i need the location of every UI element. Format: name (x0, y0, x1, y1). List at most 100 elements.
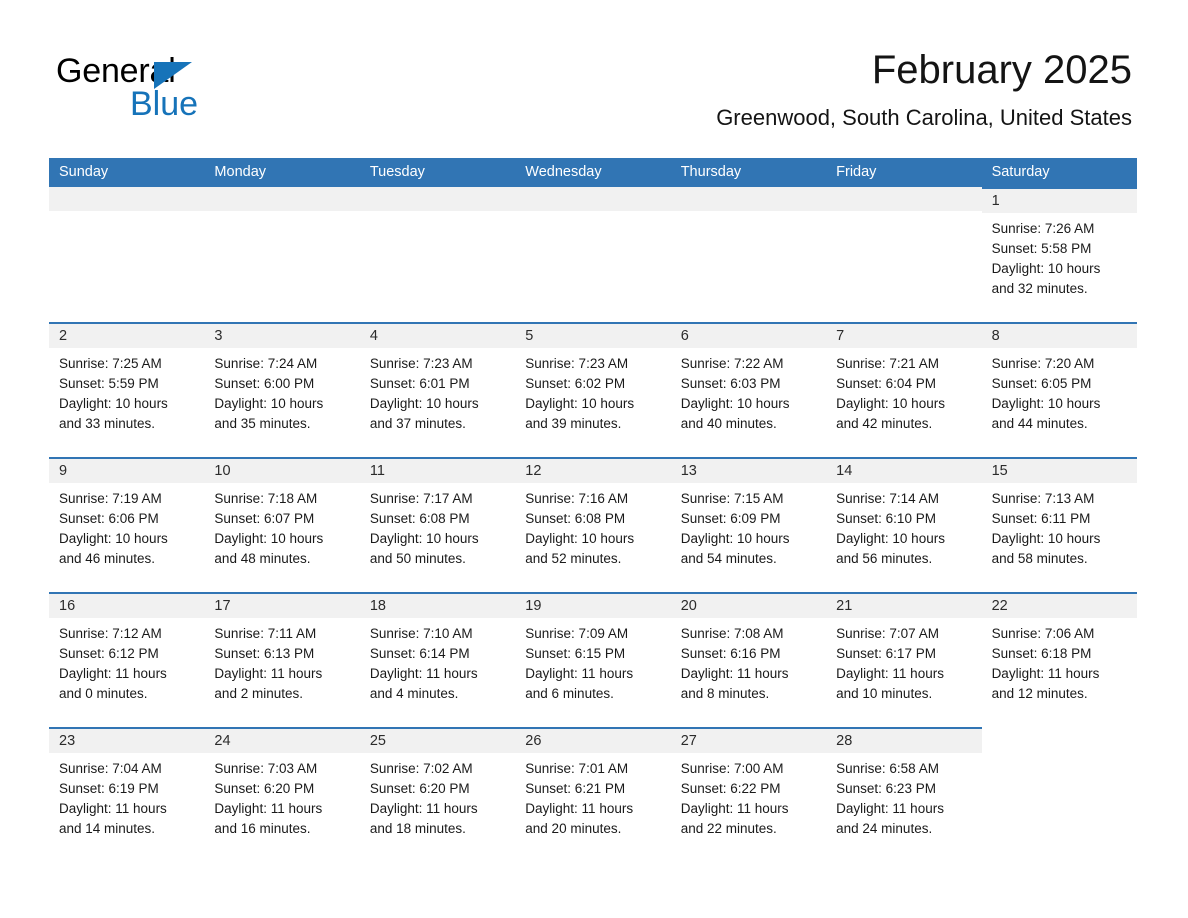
daylight-text-line2: and 0 minutes. (59, 686, 148, 701)
calendar-day-cell[interactable]: 7 Sunrise: 7:21 AM Sunset: 6:04 PM Daylight… (826, 322, 982, 457)
calendar-day-cell[interactable]: 25 Sunrise: 7:02 AM Sunset: 6:20 PM Dayligh… (359, 727, 516, 862)
day-details: Sunrise: 7:24 AM Sunset: 6:00 PM Daylight:… (204, 348, 359, 434)
calendar-day-cell[interactable]: 24 Sunrise: 7:03 AM Sunset: 6:20 PM Dayligh… (204, 727, 360, 862)
calendar-day-cell[interactable]: 6 Sunrise: 7:22 AM Sunset: 6:03 PM Daylight… (670, 322, 827, 457)
daylight-text-line2: and 35 minutes. (214, 416, 311, 431)
day-number: 28 (826, 729, 982, 753)
calendar-day-cell[interactable]: 11 Sunrise: 7:17 AM Sunset: 6:08 PM Dayligh… (359, 457, 516, 592)
daylight-text-line2: and 14 minutes. (59, 821, 156, 836)
day-details: Sunrise: 7:06 AM Sunset: 6:18 PM Daylight:… (982, 618, 1137, 704)
calendar-day-cell[interactable]: 22 Sunrise: 7:06 AM Sunset: 6:18 PM Dayligh… (981, 592, 1137, 727)
day-number (359, 187, 516, 211)
daylight-text-line2: and 52 minutes. (525, 551, 622, 566)
sunset-text: Sunset: 6:05 PM (991, 376, 1092, 391)
sunrise-text: Sunrise: 7:01 AM (525, 761, 629, 776)
daylight-text-line2: and 32 minutes. (991, 281, 1088, 296)
calendar-week-row: 9 Sunrise: 7:19 AM Sunset: 6:06 PM Daylight… (49, 457, 1137, 592)
sunrise-text: Sunrise: 7:19 AM (59, 491, 162, 506)
calendar-day-cell[interactable]: 21 Sunrise: 7:07 AM Sunset: 6:17 PM Dayligh… (826, 592, 982, 727)
day-number (670, 187, 827, 211)
day-number: 25 (359, 729, 516, 753)
calendar-day-cell[interactable]: 27 Sunrise: 7:00 AM Sunset: 6:22 PM Dayligh… (670, 727, 827, 862)
daylight-text-line1: Daylight: 11 hours (836, 801, 944, 816)
calendar-day-cell[interactable]: 19 Sunrise: 7:09 AM Sunset: 6:15 PM Dayligh… (515, 592, 671, 727)
calendar-day-cell[interactable]: 14 Sunrise: 7:14 AM Sunset: 6:10 PM Dayligh… (826, 457, 982, 592)
daylight-text-line1: Daylight: 10 hours (214, 531, 324, 546)
calendar-day-cell[interactable]: 8 Sunrise: 7:20 AM Sunset: 6:05 PM Daylight… (981, 322, 1137, 457)
day-details: Sunrise: 7:13 AM Sunset: 6:11 PM Daylight:… (982, 483, 1137, 569)
weekday-thursday: Thursday (680, 164, 742, 180)
calendar-day-cell[interactable]: 5 Sunrise: 7:23 AM Sunset: 6:02 PM Daylight… (515, 322, 671, 457)
calendar-day-cell[interactable]: 23 Sunrise: 7:04 AM Sunset: 6:19 PM Dayligh… (49, 727, 205, 862)
sunrise-text: Sunrise: 7:24 AM (214, 356, 318, 371)
day-number: 16 (49, 594, 205, 618)
calendar-weeks: 1 Sunrise: 7:26 AM Sunset: 5:58 PM Daylight… (49, 187, 1137, 862)
calendar-week-row: 16 Sunrise: 7:12 AM Sunset: 6:12 PM Dayligh… (49, 592, 1137, 727)
daylight-text-line1: Daylight: 11 hours (369, 801, 478, 816)
daylight-text-line2: and 2 minutes. (214, 686, 303, 701)
day-details: Sunrise: 7:03 AM Sunset: 6:20 PM Daylight:… (204, 753, 359, 839)
sunrise-text: Sunrise: 7:22 AM (680, 356, 784, 371)
sunset-text: Sunset: 6:10 PM (836, 511, 936, 526)
calendar-day-cell[interactable]: 28 Sunrise: 6:58 AM Sunset: 6:23 PM Dayligh… (826, 727, 982, 862)
day-details: Sunrise: 7:23 AM Sunset: 6:01 PM Daylight:… (360, 348, 515, 434)
calendar-day-cell[interactable]: 1 Sunrise: 7:26 AM Sunset: 5:58 PM Daylight… (981, 187, 1137, 322)
daylight-text-line1: Daylight: 10 hours (525, 396, 635, 411)
sunset-text: Sunset: 6:15 PM (525, 646, 626, 661)
day-details: Sunrise: 7:08 AM Sunset: 6:16 PM Daylight:… (671, 618, 826, 704)
sunrise-text: Sunrise: 7:26 AM (991, 221, 1095, 236)
sunrise-text: Sunrise: 7:09 AM (525, 626, 629, 641)
calendar-day-cell[interactable]: 20 Sunrise: 7:08 AM Sunset: 6:16 PM Dayligh… (670, 592, 827, 727)
sunrise-text: Sunrise: 7:03 AM (214, 761, 318, 776)
calendar-day-cell[interactable]: 12 Sunrise: 7:16 AM Sunset: 6:08 PM Dayligh… (515, 457, 671, 592)
weekday-tuesday: Tuesday (369, 164, 425, 180)
day-number: 6 (670, 324, 827, 348)
sunset-text: Sunset: 6:02 PM (525, 376, 626, 391)
calendar-day-cell[interactable]: 26 Sunrise: 7:01 AM Sunset: 6:21 PM Dayligh… (515, 727, 671, 862)
title-block: February 2025 Greenwood, South Carolina,… (716, 46, 1132, 132)
sunset-text: Sunset: 6:13 PM (214, 646, 315, 661)
sunset-text: Sunset: 6:18 PM (991, 646, 1092, 661)
day-details: Sunrise: 7:12 AM Sunset: 6:12 PM Daylight:… (49, 618, 204, 704)
page-title: February 2025 (871, 48, 1132, 92)
daylight-text-line2: and 22 minutes. (680, 821, 777, 836)
sunrise-text: Sunrise: 7:23 AM (369, 356, 473, 371)
sunrise-text: Sunrise: 7:16 AM (525, 491, 629, 506)
calendar-day-cell[interactable]: 2 Sunrise: 7:25 AM Sunset: 5:59 PM Daylight… (49, 322, 205, 457)
daylight-text-line2: and 10 minutes. (836, 686, 933, 701)
calendar-day-cell-empty (826, 187, 982, 322)
sunset-text: Sunset: 6:20 PM (369, 781, 470, 796)
daylight-text-line2: and 12 minutes. (991, 686, 1088, 701)
daylight-text-line2: and 40 minutes. (680, 416, 777, 431)
calendar-day-cell[interactable]: 18 Sunrise: 7:10 AM Sunset: 6:14 PM Dayligh… (359, 592, 516, 727)
calendar-day-cell[interactable]: 3 Sunrise: 7:24 AM Sunset: 6:00 PM Daylight… (204, 322, 360, 457)
sunset-text: Sunset: 6:09 PM (680, 511, 781, 526)
calendar-day-cell[interactable]: 9 Sunrise: 7:19 AM Sunset: 6:06 PM Daylight… (49, 457, 205, 592)
daylight-text-line2: and 16 minutes. (214, 821, 311, 836)
sunrise-text: Sunrise: 7:10 AM (369, 626, 473, 641)
day-details: Sunrise: 7:23 AM Sunset: 6:02 PM Daylight:… (515, 348, 670, 434)
calendar-day-cell[interactable]: 17 Sunrise: 7:11 AM Sunset: 6:13 PM Dayligh… (204, 592, 360, 727)
daylight-text-line2: and 46 minutes. (59, 551, 156, 566)
calendar-day-cell-empty (204, 187, 360, 322)
sunrise-text: Sunrise: 7:02 AM (369, 761, 473, 776)
sunrise-text: Sunrise: 7:07 AM (836, 626, 939, 641)
sunset-text: Sunset: 6:07 PM (214, 511, 315, 526)
calendar-day-cell[interactable]: 15 Sunrise: 7:13 AM Sunset: 6:11 PM Dayligh… (981, 457, 1137, 592)
day-number (982, 727, 1137, 751)
sunset-text: Sunset: 6:08 PM (525, 511, 626, 526)
day-number: 1 (981, 189, 1137, 213)
calendar-day-cell[interactable]: 10 Sunrise: 7:18 AM Sunset: 6:07 PM Dayligh… (204, 457, 360, 592)
sunrise-text: Sunrise: 7:17 AM (369, 491, 473, 506)
day-details: Sunrise: 7:10 AM Sunset: 6:14 PM Daylight:… (360, 618, 515, 704)
calendar-day-cell[interactable]: 13 Sunrise: 7:15 AM Sunset: 6:09 PM Dayligh… (670, 457, 827, 592)
day-details: Sunrise: 7:26 AM Sunset: 5:58 PM Daylight:… (982, 213, 1137, 299)
sunset-text: Sunset: 6:08 PM (369, 511, 470, 526)
day-details: Sunrise: 7:15 AM Sunset: 6:09 PM Daylight:… (671, 483, 826, 569)
calendar-day-cell[interactable]: 16 Sunrise: 7:12 AM Sunset: 6:12 PM Dayligh… (49, 592, 205, 727)
daylight-text-line1: Daylight: 10 hours (680, 531, 790, 546)
daylight-text-line1: Daylight: 10 hours (59, 531, 168, 546)
sunset-text: Sunset: 5:58 PM (991, 241, 1092, 256)
calendar-day-cell[interactable]: 4 Sunrise: 7:23 AM Sunset: 6:01 PM Daylight… (359, 322, 516, 457)
day-details: Sunrise: 7:09 AM Sunset: 6:15 PM Daylight:… (515, 618, 670, 704)
